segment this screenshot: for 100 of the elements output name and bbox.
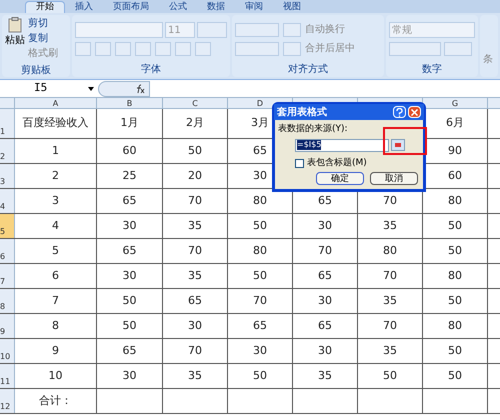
table-cell-text: 30	[122, 268, 136, 284]
group-title: 剪贴板	[21, 64, 51, 78]
table-cell-text: 1	[52, 142, 59, 159]
table-cell-text: 2	[52, 168, 59, 184]
table-cell-text: 50	[448, 368, 462, 384]
table-cell-text: 30	[318, 342, 332, 359]
ribbon-tab[interactable]: 公式	[159, 1, 197, 13]
table-cell-text: 70	[188, 192, 202, 209]
row-header[interactable]: 8	[0, 289, 15, 313]
dialog-button[interactable]: 取消	[370, 172, 418, 185]
table-cell-text: 35	[383, 342, 397, 359]
help-button[interactable]	[393, 106, 406, 118]
table-cell-text: 6月	[446, 115, 464, 132]
row-header[interactable]: 10	[0, 339, 15, 363]
table-cell-text: 7	[52, 292, 59, 309]
table-cell-text: 3月	[251, 115, 269, 132]
table-cell-text: 百度经验收入	[22, 115, 88, 132]
table-cell-text: 70	[188, 342, 202, 359]
table-cell-text: 50	[383, 368, 397, 384]
close-button[interactable]	[408, 106, 421, 118]
clipboard-icon	[8, 17, 22, 33]
table-cell-text: 35	[188, 368, 202, 384]
row-header[interactable]: 9	[0, 314, 15, 338]
table-cell-text: 70	[383, 318, 397, 334]
group-title: 数字	[422, 62, 442, 77]
table-cell-text: 50	[448, 342, 462, 359]
table-cell-text: 65	[188, 292, 202, 309]
source-input[interactable]: =$I$5	[295, 138, 389, 152]
table-cell-text: 80	[448, 192, 462, 209]
table-cell-text: 50	[122, 318, 136, 334]
column-header[interactable]: A	[15, 98, 97, 108]
checkbox-label: 表包含标题(M)	[307, 156, 367, 170]
ribbon-tab[interactable]: 插入	[65, 1, 103, 13]
table-cell-text: 70	[253, 292, 267, 309]
row-header[interactable]: 6	[0, 239, 15, 263]
ribbon-tab[interactable]: 数据	[197, 1, 235, 13]
table-cell-text: 65	[318, 318, 332, 334]
table-cell-text: 3	[52, 192, 59, 209]
dialog-button[interactable]: 确定	[316, 172, 364, 185]
fx-button[interactable]	[98, 80, 150, 96]
table-cell-text: 80	[448, 268, 462, 284]
dialog-title: 套用表格式	[277, 106, 328, 120]
font-grow-shrink-button[interactable]	[197, 22, 227, 38]
table-cell-text: 1月	[120, 115, 138, 132]
table-cell-text: 35	[383, 218, 397, 234]
row-header[interactable]: 3	[0, 164, 15, 188]
column-header[interactable]: B	[97, 98, 163, 108]
collapse-dialog-button[interactable]	[391, 139, 405, 151]
clipboard-action[interactable]: 复制	[28, 32, 58, 46]
table-cell-text: 9	[52, 342, 59, 359]
row-header[interactable]: 2	[0, 139, 15, 163]
orientation-button[interactable]	[283, 22, 301, 36]
ribbon-tab[interactable]: 视图	[273, 1, 311, 13]
font-name-field[interactable]	[75, 22, 163, 38]
table-cell-text: 70	[188, 242, 202, 259]
table-cell-text: 5	[52, 242, 59, 259]
table-cell-text: 50	[122, 292, 136, 309]
ribbon-tab[interactable]: 审阅	[235, 1, 273, 13]
table-cell-text: 6	[52, 268, 59, 284]
table-cell-text: 65	[122, 192, 136, 209]
help-icon	[396, 108, 403, 116]
table-cell-text: 35	[188, 218, 202, 234]
table-cell-text: 4	[52, 218, 59, 234]
row-header[interactable]: 11	[0, 364, 15, 388]
table-cell-text: 30	[318, 218, 332, 234]
table-cell-text: 65	[122, 242, 136, 259]
row-header[interactable]: 1	[0, 109, 15, 138]
table-cell-text: 65	[253, 318, 267, 334]
horizontal-align-buttons[interactable]	[235, 42, 279, 56]
table-cell-text: 30	[253, 342, 267, 359]
number-format-buttons[interactable]	[389, 42, 441, 56]
table-cell-text: 70	[318, 242, 332, 259]
ribbon-tab[interactable]: 页面布局	[103, 1, 159, 13]
indent-buttons[interactable]	[283, 42, 301, 56]
table-cell-text: 30	[253, 168, 267, 184]
selected-text: =$I$5	[297, 140, 322, 150]
column-header[interactable]: C	[163, 98, 228, 108]
table-cell-text: 30	[122, 218, 136, 234]
table-cell-text: 35	[318, 368, 332, 384]
table-cell-text: 20	[188, 168, 202, 184]
row-header[interactable]: 12	[0, 389, 15, 413]
table-cell-text: 8	[52, 318, 59, 334]
paste-button[interactable]: 粘贴	[4, 17, 26, 61]
dropdown-arrow-icon[interactable]	[88, 86, 94, 90]
vertical-align-buttons[interactable]	[235, 22, 279, 36]
row-header[interactable]: 4	[0, 189, 15, 213]
row-header[interactable]: 5	[0, 214, 15, 238]
table-cell-text: 90	[448, 142, 462, 159]
decimal-buttons[interactable]	[444, 42, 472, 56]
table-cell-text: 2月	[186, 115, 204, 132]
headers-checkbox[interactable]	[295, 158, 304, 168]
table-cell-text: 80	[253, 192, 267, 209]
clipboard-action[interactable]: 剪切	[28, 17, 58, 31]
table-cell-text: 50	[188, 142, 202, 159]
table-cell-text: 30	[318, 292, 332, 309]
row-header[interactable]: 7	[0, 264, 15, 288]
table-cell-text: 10	[48, 368, 62, 384]
ribbon-tab[interactable]: 开始	[25, 1, 65, 13]
table-cell-text: 60	[122, 142, 136, 159]
name-box[interactable]: I5	[0, 80, 98, 96]
